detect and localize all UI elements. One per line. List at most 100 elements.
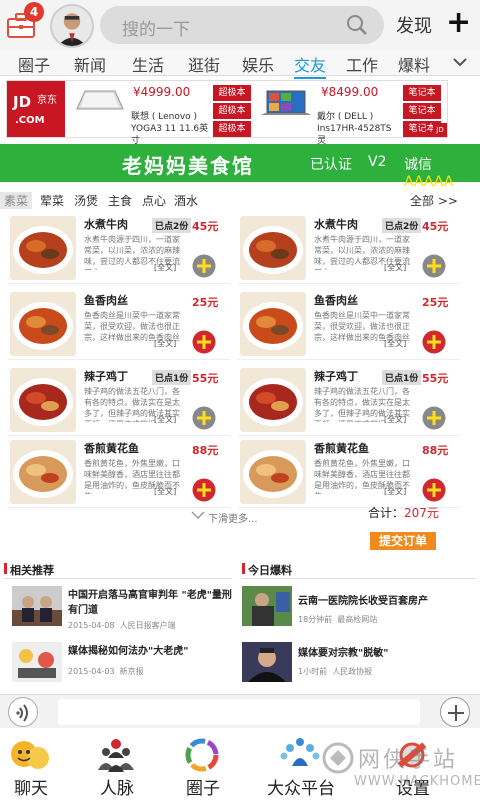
tab-shopping[interactable]: 逛街: [188, 52, 220, 76]
tab-breaking[interactable]: 爆料: [398, 52, 430, 76]
shop-header: 老妈妈美食馆 已认证 V2 诚信AAAAA: [0, 144, 480, 190]
tab-news[interactable]: 新闻: [74, 52, 106, 76]
add-to-cart-icon[interactable]: [192, 330, 216, 354]
tab-work[interactable]: 工作: [346, 52, 378, 76]
dish-fulltext-link[interactable]: [全文]: [154, 262, 176, 273]
cat-vegetable[interactable]: 素菜: [0, 192, 33, 209]
attach-button[interactable]: [440, 697, 470, 727]
dish-item[interactable]: 辣子鸡丁 已点1份 55元 辣子鸡的做法五花八门，各有各的特点，做法实在是太多了，但辣…: [0, 364, 230, 436]
cat-drinks[interactable]: 酒水: [174, 192, 198, 209]
nav-public-platform[interactable]: 大众平台: [256, 730, 346, 800]
ad-product-1[interactable]: ¥4999.00 联想 ( Lenovo ) YOGA3 11 11.6英寸: [71, 81, 211, 146]
divider: [8, 283, 230, 284]
add-to-cart-icon[interactable]: [422, 330, 446, 354]
laptop-icon: [261, 90, 311, 115]
ad-product-2[interactable]: ¥8499.00 戴尔 ( DELL ) Ins17HR-4528TS 灵: [257, 81, 397, 146]
dish-name: 鱼香肉丝: [314, 294, 358, 307]
dish-fulltext-link[interactable]: [全文]: [154, 486, 176, 497]
news-item[interactable]: 中国开启落马高官审判年 "老虎"量刑有门道 2015-04-08 人民日报客户端: [12, 586, 240, 636]
add-to-cart-icon[interactable]: [192, 406, 216, 430]
tab-dating[interactable]: 交友: [294, 52, 327, 79]
dish-item[interactable]: 香煎黄花鱼 88元 香煎黄花鱼，外焦里嫩，口味鲜美醇香，酒店里往往都是用油炸的，鱼皮…: [230, 436, 460, 508]
dish-item[interactable]: 鱼香肉丝 25元 鱼香肉丝是川菜中一道家常菜，很受欢迎，做法也很正宗，这样做出来的鱼…: [0, 288, 230, 360]
news-item[interactable]: 媒体要对宗教"脱敏" 1小时前 人民政协报: [242, 642, 470, 692]
dish-item[interactable]: 鱼香肉丝 25元 鱼香肉丝是川菜中一道家常菜，很受欢迎，做法也很正宗，这样做出来的鱼…: [230, 288, 460, 360]
dish-price: 25元: [422, 296, 449, 309]
dish-item[interactable]: 香煎黄花鱼 88元 香煎黄花鱼，外焦里嫩，口味鲜美醇香，酒店里往往都是用油炸的，鱼皮…: [0, 436, 230, 508]
crowd-icon: [280, 738, 320, 766]
category-tabs: 圈子 新闻 生活 逛街 娱乐 交友 工作 爆料: [0, 50, 480, 79]
discover-button[interactable]: 发现: [396, 12, 432, 38]
nav-circle[interactable]: 圈子: [158, 730, 248, 800]
menu-all-link[interactable]: 全部 >>: [410, 192, 458, 209]
shop-name: 老妈妈美食馆: [122, 154, 254, 178]
load-more[interactable]: 下滑更多...: [208, 510, 258, 525]
dish-item[interactable]: 水煮牛肉 已点2份 45元 水煮牛肉源于四川，一道家常菜，以川菜，浓浓的麻辣味，尝过的…: [230, 212, 460, 284]
dish-price: 88元: [422, 444, 449, 457]
dish-photo: [10, 440, 76, 504]
nav-label: 人脉: [100, 779, 134, 799]
nav-contacts[interactable]: 人脉: [72, 730, 162, 800]
chevron-down-icon: [191, 511, 205, 520]
voice-button[interactable]: [8, 697, 38, 727]
divider: [238, 283, 460, 284]
dish-photo: [10, 216, 76, 280]
ad-tag-2b: 笔记本: [403, 103, 441, 119]
tab-circle[interactable]: 圈子: [18, 52, 50, 76]
dish-item[interactable]: 辣子鸡丁 已点1份 55元 辣子鸡的做法五花八门，各有各的特点，做法实在是太多了，但辣…: [230, 364, 460, 436]
cat-soup[interactable]: 汤煲: [74, 192, 98, 209]
laptop-icon: [76, 90, 124, 110]
ad-name-2b: Ins17HR-4528TS 灵: [317, 124, 392, 146]
dish-name: 水煮牛肉: [84, 218, 128, 231]
submit-order-button[interactable]: 提交订单: [370, 532, 436, 550]
add-button[interactable]: +: [446, 5, 471, 40]
dish-fulltext-link[interactable]: [全文]: [384, 414, 406, 425]
jd-logo-cn: 京东: [37, 95, 57, 106]
cat-dessert[interactable]: 点心: [142, 192, 166, 209]
dish-fulltext-link[interactable]: [全文]: [384, 486, 406, 497]
user-avatar-icon: [52, 6, 92, 46]
add-to-cart-icon[interactable]: [192, 478, 216, 502]
news-meta: 18分钟前 最高检网站: [298, 614, 377, 625]
news-title: 中国开启落马高官审判年 "老虎"量刑有门道: [68, 590, 232, 616]
avatar[interactable]: [50, 4, 94, 48]
dish-price: 45元: [422, 220, 449, 233]
add-to-cart-icon[interactable]: [422, 478, 446, 502]
cat-meat[interactable]: 荤菜: [40, 192, 64, 209]
dish-name: 水煮牛肉: [314, 218, 358, 231]
tab-entertainment[interactable]: 娱乐: [242, 52, 274, 76]
dish-item[interactable]: 水煮牛肉 已点2份 45元 水煮牛肉源于四川，一道家常菜，以川菜，浓浓的麻辣味，尝过的…: [0, 212, 230, 284]
cat-staple[interactable]: 主食: [108, 192, 132, 209]
news-date: 2015-04-03: [68, 667, 115, 676]
ad-name-1b: YOGA3 11 11.6英寸: [131, 124, 209, 146]
dish-fulltext-link[interactable]: [全文]: [384, 262, 406, 273]
dish-fulltext-link[interactable]: [全文]: [154, 414, 176, 425]
search-icon[interactable]: [346, 14, 368, 36]
search-input[interactable]: 搜的一下: [100, 6, 384, 44]
news-item[interactable]: 云南一医院院长收受百套房产 18分钟前 最高检网站: [242, 586, 470, 636]
ad-banner[interactable]: JD 京东 .COM ¥4999.00 联想 ( Lenovo ) YOGA3 1…: [6, 80, 448, 146]
dish-price: 88元: [192, 444, 219, 457]
dish-fulltext-link[interactable]: [全文]: [384, 338, 406, 349]
news-time: 1小时前: [298, 667, 328, 676]
voice-icon: [16, 704, 28, 722]
dish-photo: [240, 216, 306, 280]
news-item[interactable]: 媒体揭秘如何法办"大老虎" 2015-04-03 新京报: [12, 642, 240, 692]
dish-fulltext-link[interactable]: [全文]: [154, 338, 176, 349]
chevron-down-icon[interactable]: [452, 52, 468, 72]
add-to-cart-icon[interactable]: [422, 254, 446, 278]
jd-logo-com: .COM: [15, 115, 45, 126]
news-meta: 1小时前 人民政协报: [298, 666, 372, 677]
dish-name: 辣子鸡丁: [84, 370, 128, 383]
ad-name-1a: 联想 ( Lenovo ): [131, 112, 198, 122]
message-input[interactable]: [58, 699, 470, 726]
add-to-cart-icon[interactable]: [192, 254, 216, 278]
ad-price-1: ¥4999.00: [133, 85, 191, 99]
add-to-cart-icon[interactable]: [422, 406, 446, 430]
nav-chat[interactable]: 聊天: [0, 730, 76, 800]
certified-badge: 已认证: [310, 157, 352, 173]
tab-life[interactable]: 生活: [132, 52, 164, 76]
bottom-nav: 聊天 人脉 圈子 大众平台 设置: [0, 730, 480, 800]
nav-settings[interactable]: 设置: [368, 730, 458, 800]
news-thumbnail: [242, 586, 292, 626]
